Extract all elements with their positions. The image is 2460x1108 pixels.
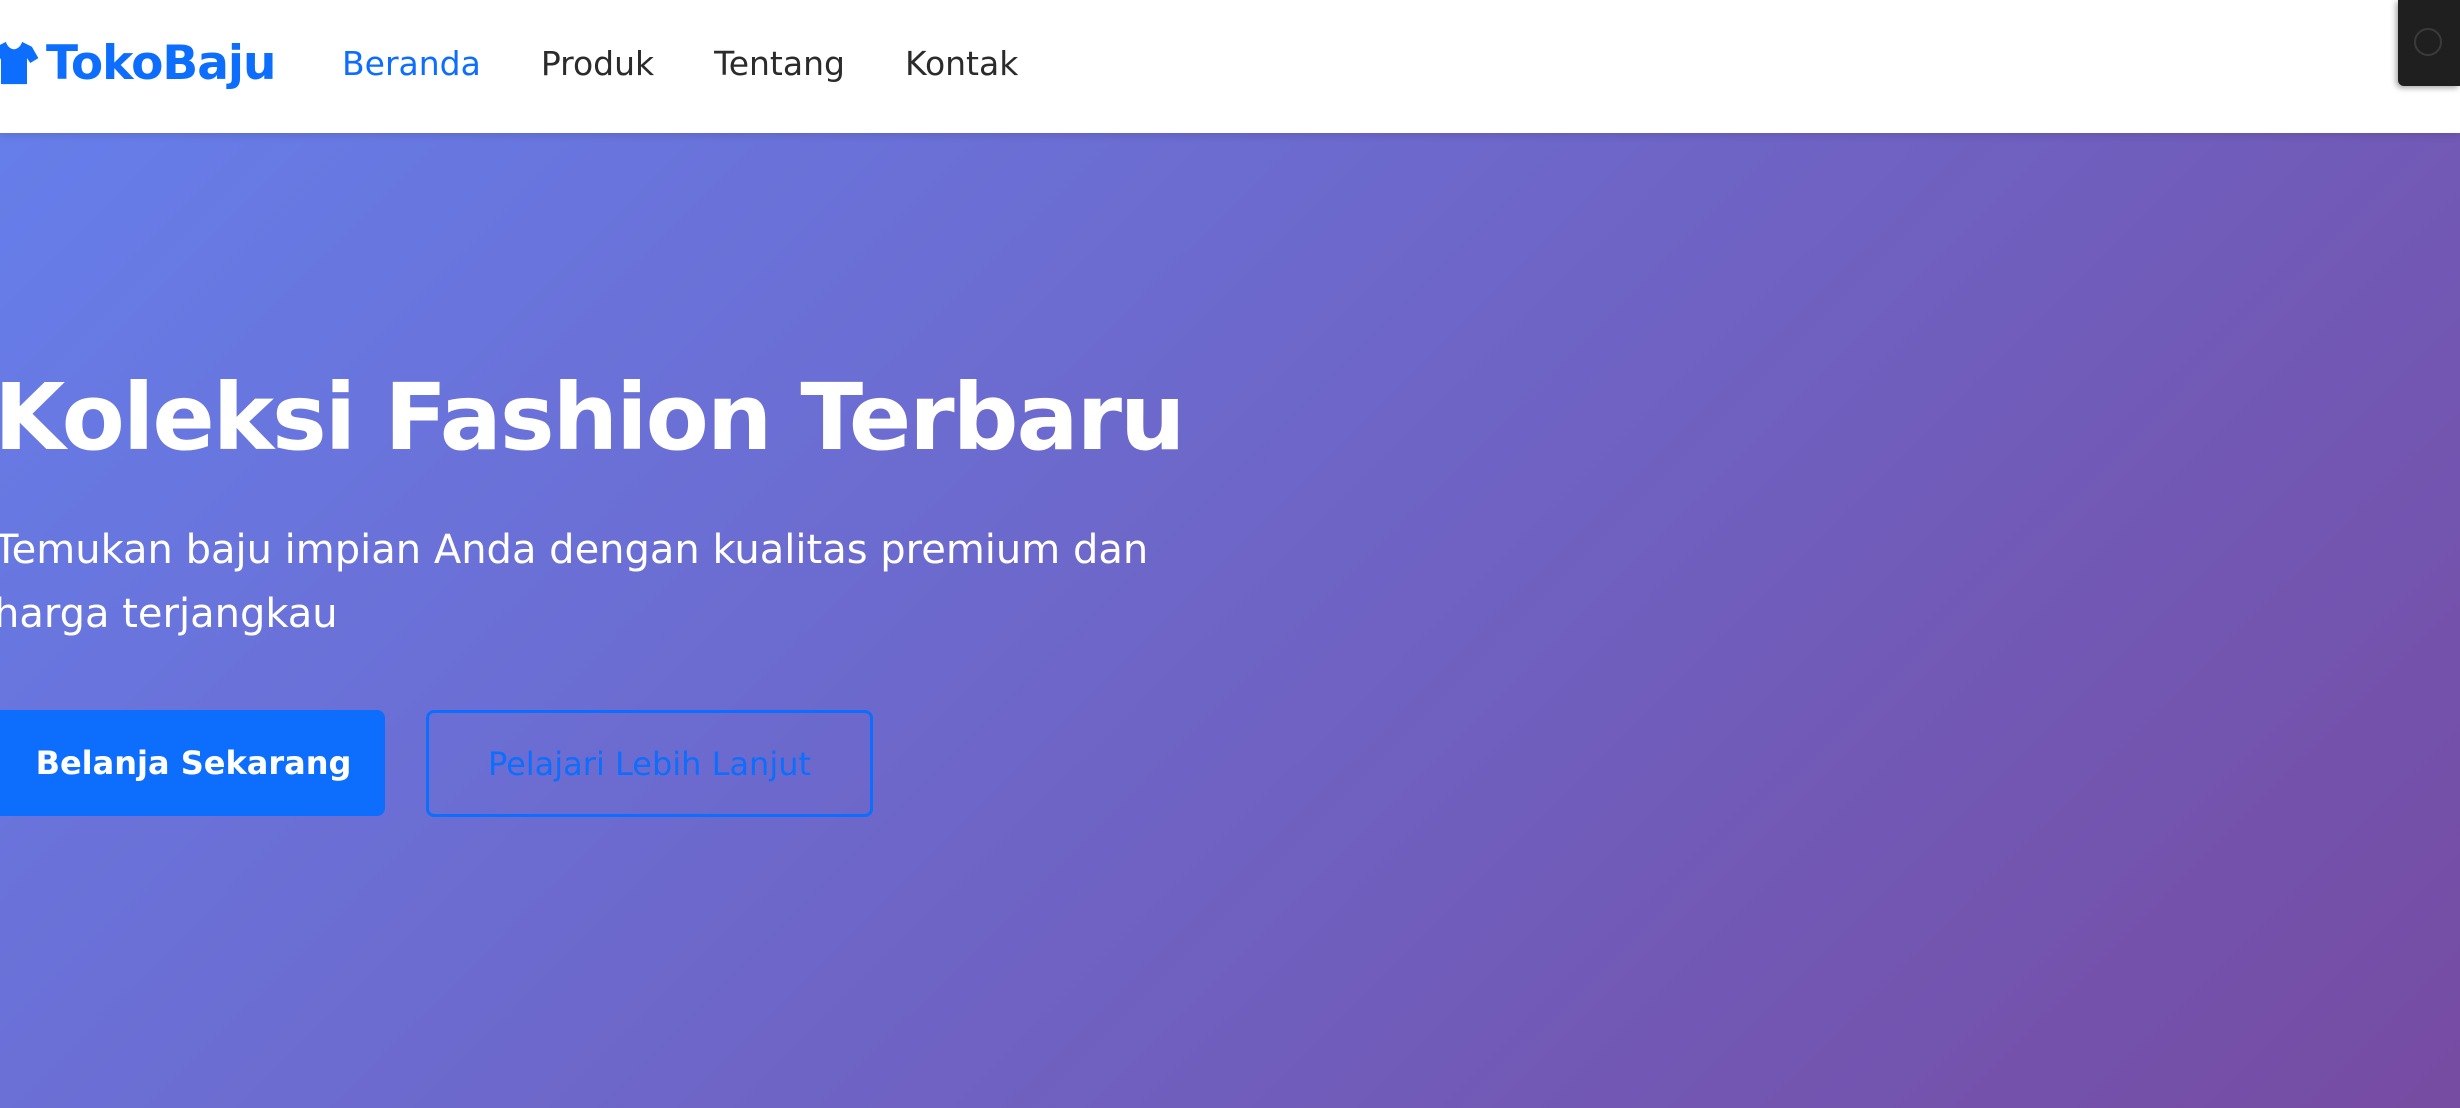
hero-subtitle: Temukan baju impian Anda dengan kualitas… bbox=[0, 527, 1149, 637]
nav-link-kontak[interactable]: Kontak bbox=[905, 44, 1018, 83]
main-nav: Beranda Produk Tentang Kontak bbox=[342, 38, 1078, 88]
shop-now-button[interactable]: Belanja Sekarang bbox=[0, 710, 385, 816]
navbar: TokoBaju Beranda Produk Tentang Kontak bbox=[0, 0, 2460, 133]
learn-more-button[interactable]: Pelajari Lebih Lanjut bbox=[426, 710, 873, 817]
floating-widget[interactable] bbox=[2398, 0, 2460, 86]
nav-link-produk[interactable]: Produk bbox=[541, 44, 654, 83]
nav-link-beranda[interactable]: Beranda bbox=[342, 44, 481, 83]
nav-link-tentang[interactable]: Tentang bbox=[714, 44, 845, 83]
brand-link[interactable]: TokoBaju bbox=[0, 28, 277, 98]
widget-icon bbox=[2414, 28, 2442, 56]
tshirt-icon bbox=[0, 41, 39, 85]
hero-title: Koleksi Fashion Terbaru bbox=[0, 364, 1185, 471]
hero-section: Koleksi Fashion Terbaru Temukan baju imp… bbox=[0, 133, 2460, 1108]
brand-name: TokoBaju bbox=[46, 35, 277, 91]
